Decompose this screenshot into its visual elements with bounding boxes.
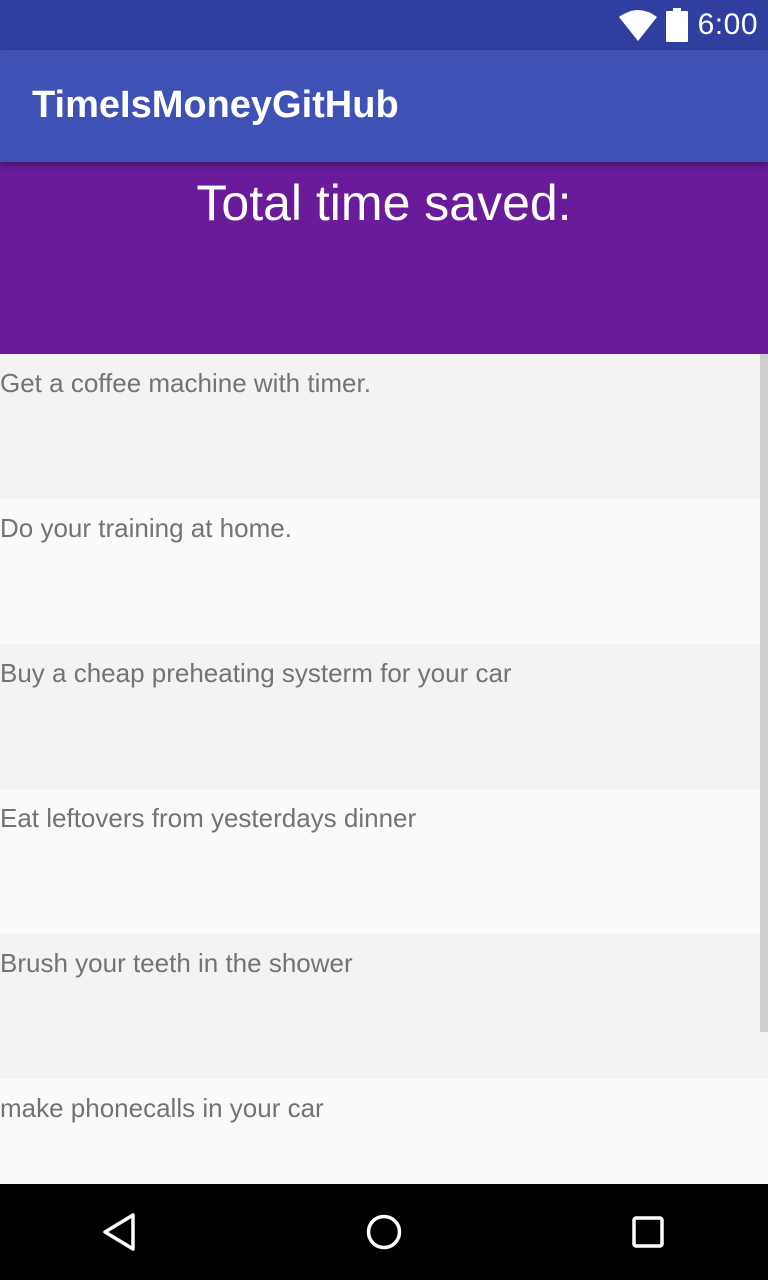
back-icon <box>103 1213 135 1251</box>
status-bar: 6:00 <box>0 0 768 50</box>
list-item[interactable]: Eat leftovers from yesterdays dinner <box>0 789 768 934</box>
status-time: 6:00 <box>697 8 758 41</box>
status-icons: 6:00 <box>618 0 758 50</box>
list-scrollbar[interactable] <box>760 354 768 1032</box>
battery-icon <box>665 8 688 42</box>
app-title: TimeIsMoneyGitHub <box>32 83 399 126</box>
total-time-label: Total time saved: <box>196 175 572 231</box>
list-item[interactable]: Get a coffee machine with timer. <box>0 354 768 499</box>
wifi-icon <box>618 10 657 41</box>
recents-icon <box>632 1216 664 1248</box>
recents-button[interactable] <box>600 1184 696 1280</box>
home-icon <box>366 1214 402 1250</box>
tips-list[interactable]: Get a coffee machine with timer. Do your… <box>0 354 768 1184</box>
app-bar: TimeIsMoneyGitHub <box>0 50 768 162</box>
home-button[interactable] <box>336 1184 432 1280</box>
list-item[interactable]: make phonecalls in your car <box>0 1079 768 1184</box>
list-item[interactable]: Buy a cheap preheating systerm for your … <box>0 644 768 789</box>
list-item[interactable]: Brush your teeth in the shower <box>0 934 768 1079</box>
navigation-bar <box>0 1184 768 1280</box>
app-screen: 6:00 TimeIsMoneyGitHub Total time saved:… <box>0 0 768 1280</box>
back-button[interactable] <box>72 1184 168 1280</box>
list-item[interactable]: Do your training at home. <box>0 499 768 644</box>
